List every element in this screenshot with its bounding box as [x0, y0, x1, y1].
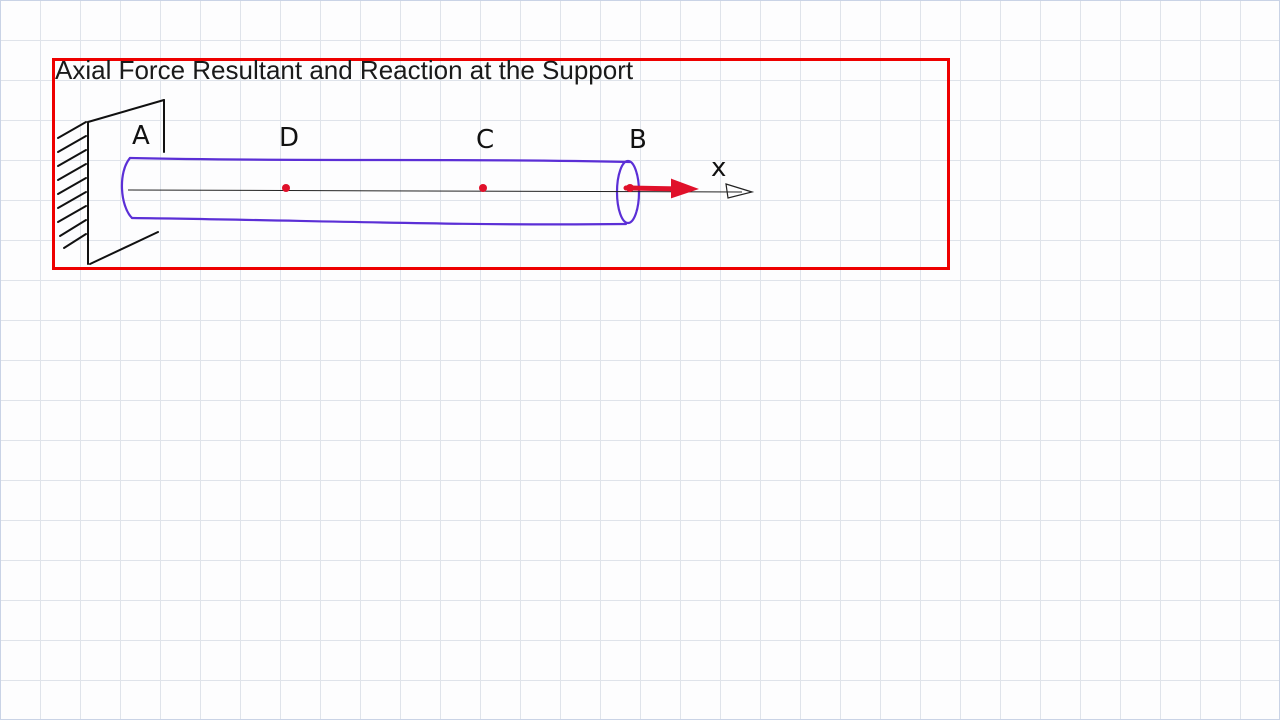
beam-diagram: A D C B x [57, 99, 755, 265]
label-B: B [629, 125, 647, 155]
x-axis-arrow-icon [725, 183, 755, 199]
label-D: D [279, 123, 299, 153]
force-arrow-icon [623, 178, 699, 199]
label-A: A [132, 121, 150, 151]
label-x: x [711, 153, 726, 183]
label-C: C [476, 125, 494, 155]
whiteboard-canvas: Axial Force Resultant and Reaction at th… [0, 0, 1280, 720]
point-D [282, 184, 290, 192]
point-C [479, 184, 487, 192]
